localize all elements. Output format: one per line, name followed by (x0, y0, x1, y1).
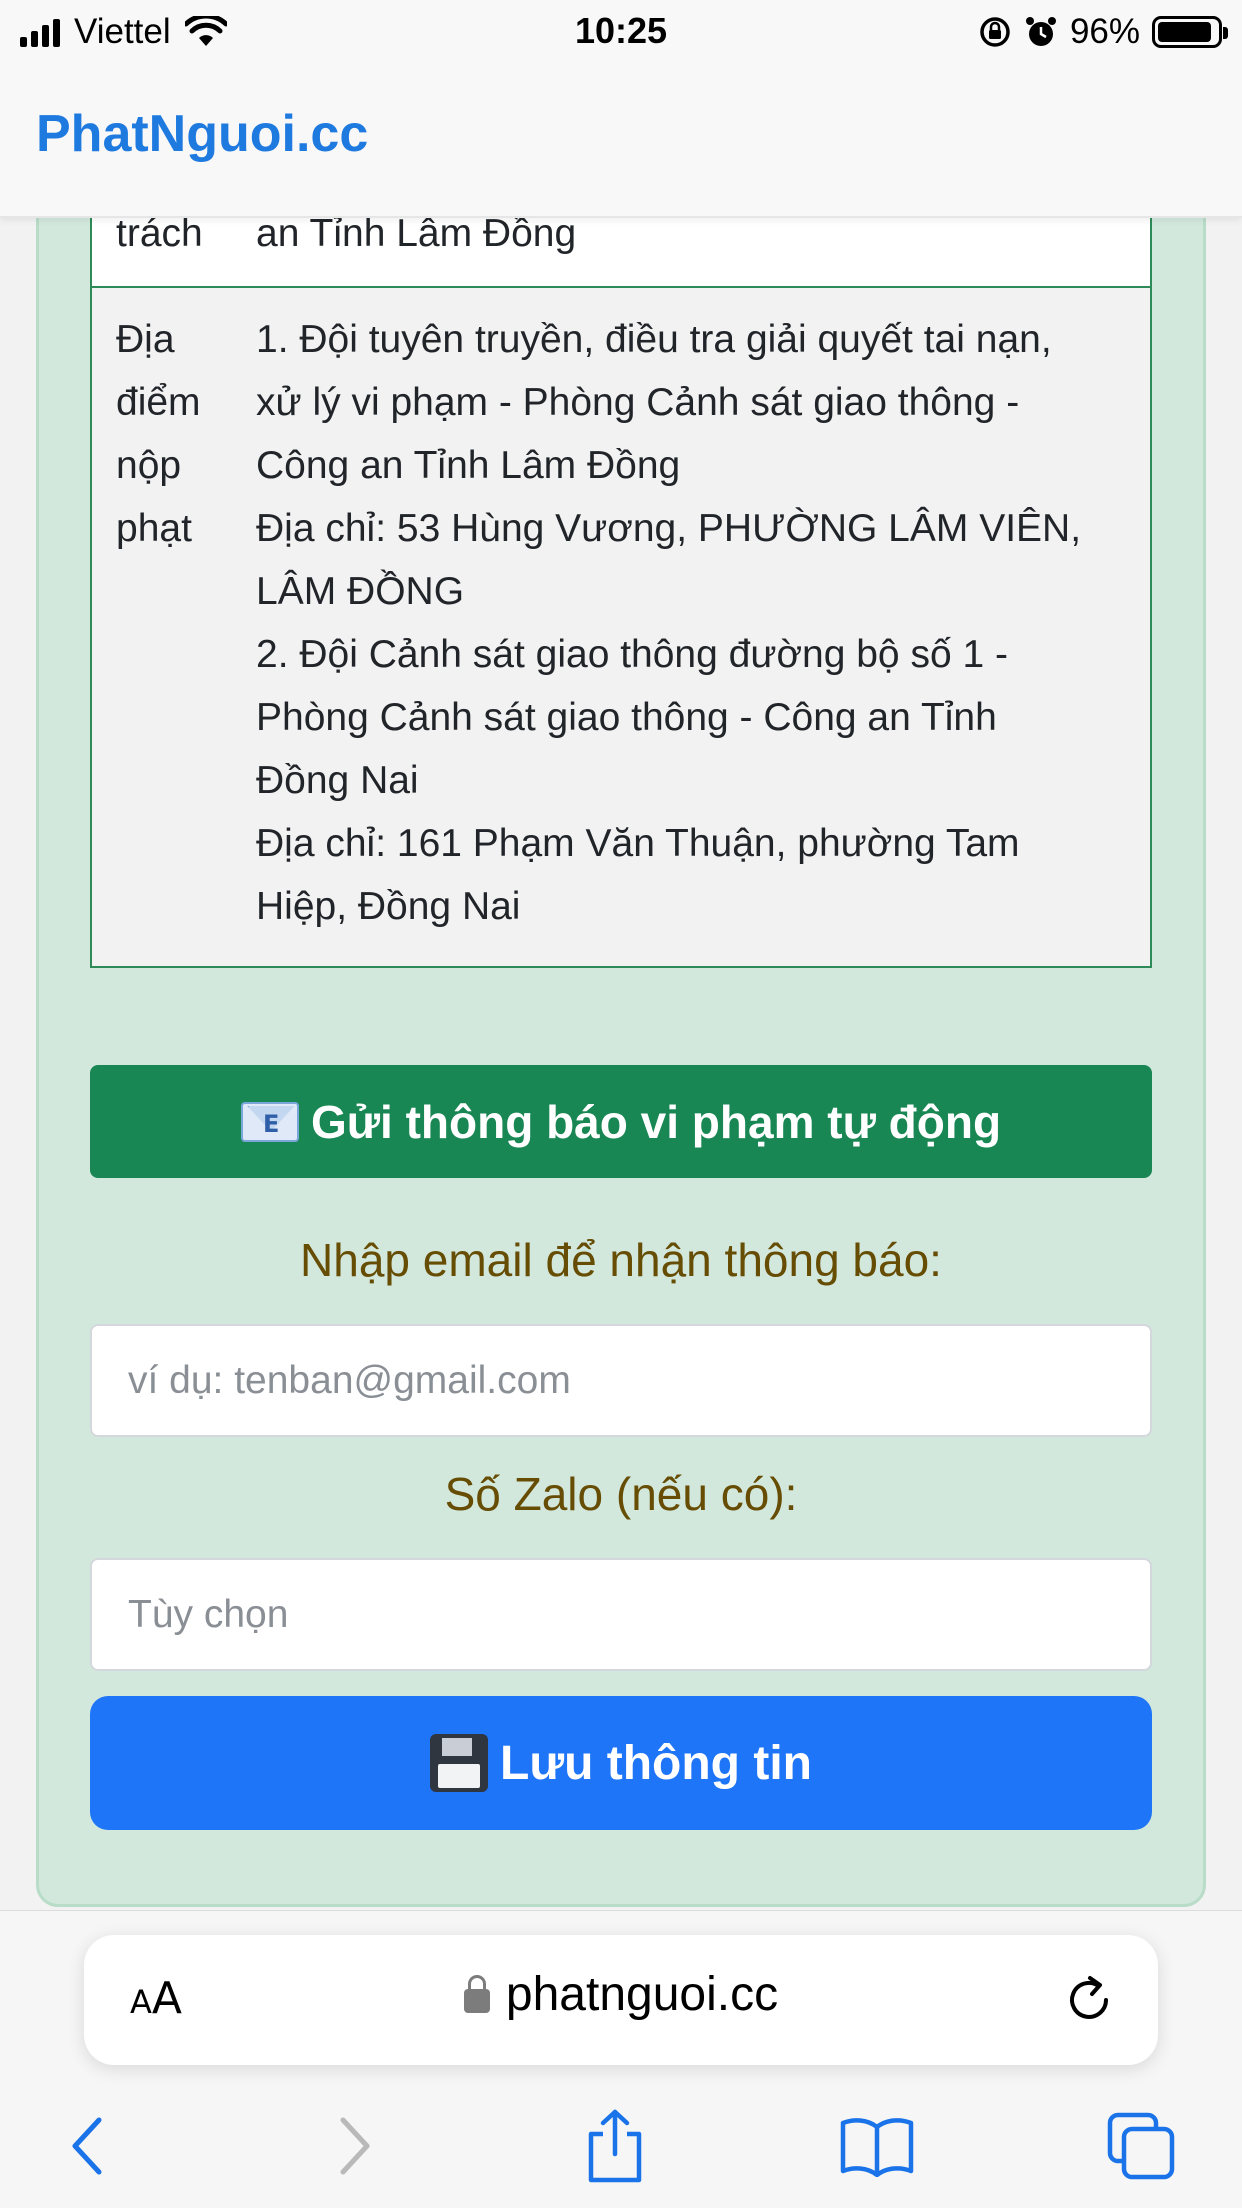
battery-icon (1152, 16, 1228, 48)
alarm-icon (1025, 17, 1056, 46)
zalo-input[interactable] (90, 1558, 1152, 1671)
address-line: LÂM ĐỒNG (256, 570, 465, 613)
payment-location-label: Địa điểm nộp phạt (116, 318, 201, 550)
address-line: xử lý vi phạm - Phòng Cảnh sát giao thôn… (256, 381, 1020, 424)
email-input[interactable] (90, 1324, 1152, 1437)
url-text: phatnguoi.cc (505, 1968, 779, 2021)
reload-icon[interactable] (1058, 1969, 1120, 2031)
address-line: Hiệp, Đồng Nai (256, 885, 521, 928)
address-line: Địa chỉ: 53 Hùng Vương, PHƯỜNG LÂM VIÊN, (256, 507, 1082, 550)
envelope-icon (240, 1101, 299, 1142)
payment-location-value: 1. Đội tuyên truyền, điều tra giải quyết… (256, 308, 1150, 938)
browser-bottom-bar: AA phatnguoi.cc (0, 1910, 1242, 2208)
table-row-payment-location: Địa điểm nộp phạt 1. Đội tuyên truyền, đ… (92, 288, 1150, 966)
share-icon (588, 2109, 642, 2183)
bookmarks-icon (840, 2118, 914, 2177)
share-button[interactable] (570, 2101, 660, 2191)
save-info-label: Lưu thông tin (500, 1736, 812, 1790)
address-line: Công an Tỉnh Lâm Đồng (256, 444, 681, 487)
auto-notify-label: Gửi thông báo vi phạm tự động (310, 1095, 1002, 1148)
email-label: Nhập email để nhận thông báo: (300, 1234, 942, 1286)
address-line: Đồng Nai (256, 759, 419, 802)
back-button[interactable] (42, 2101, 132, 2191)
forward-button[interactable] (310, 2101, 400, 2191)
address-line: Phòng Cảnh sát giao thông - Công an Tỉnh (256, 696, 997, 739)
battery-percent: 96% (1069, 12, 1140, 51)
zalo-label: Số Zalo (nếu có): (444, 1468, 798, 1520)
lock-icon (463, 1974, 490, 2013)
browser-toolbar (0, 2101, 1242, 2201)
tabs-icon (1107, 2112, 1175, 2180)
auto-notify-button[interactable]: Gửi thông báo vi phạm tự động (90, 1065, 1152, 1178)
status-right: 96% (978, 12, 1228, 52)
forward-icon (340, 2117, 370, 2175)
url-display[interactable]: phatnguoi.cc (84, 1967, 1158, 2022)
save-info-button[interactable]: Lưu thông tin (90, 1696, 1152, 1830)
site-header: PhatNguoi.cc (0, 62, 1242, 218)
orientation-lock-icon (980, 17, 1010, 47)
address-bar[interactable]: AA phatnguoi.cc (84, 1935, 1158, 2065)
address-line: 2. Đội Cảnh sát giao thông đường bộ số 1… (256, 633, 1008, 676)
tabs-button[interactable] (1096, 2101, 1186, 2191)
brand-logo-link[interactable]: PhatNguoi.cc (36, 104, 368, 164)
status-bar: Viettel 10:25 96% (0, 0, 1242, 62)
back-icon (72, 2117, 102, 2175)
bookmarks-button[interactable] (832, 2101, 922, 2191)
floppy-disk-icon (430, 1734, 488, 1792)
address-line: 1. Đội tuyên truyền, điều tra giải quyết… (256, 318, 1052, 361)
violation-info-table: trách an Tỉnh Lâm Đồng Địa điểm nộp phạt… (90, 180, 1152, 968)
address-line: Địa chỉ: 161 Phạm Văn Thuận, phường Tam (256, 822, 1020, 865)
